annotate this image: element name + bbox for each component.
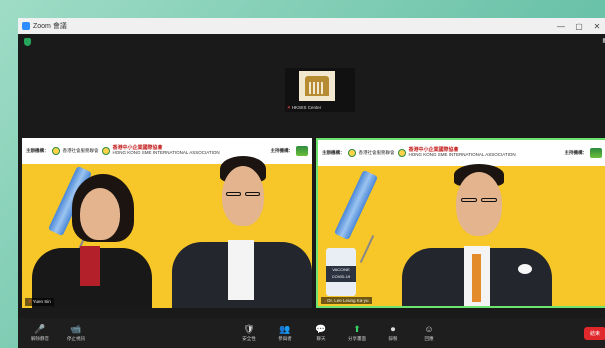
co-organizer-label: 主持機構： [564, 150, 588, 155]
microphone-icon: 🎤 [34, 323, 46, 334]
window-title: Zoom 會議 [33, 23, 67, 30]
chat-button[interactable]: 💬 聊天 [303, 323, 339, 342]
organization-logo [299, 71, 335, 101]
shield-icon[interactable] [24, 38, 31, 46]
zoom-window: Zoom 會議 — ▢ ✕ ▦ ✕HKSIIS Center 主辦機構： 香港社… [18, 18, 605, 348]
unmute-button[interactable]: 🎤 解除靜音 [22, 323, 58, 342]
meeting-toolbar: 🎤 解除靜音 📹 停止視訊 🛡 安全性 👥 參與者 💬 聊天 ⬆ 分享畫面 ⏺ 錄製 ☺ 回應 … [18, 318, 605, 348]
org-logo-icon [51, 147, 60, 155]
maximize-button[interactable]: ▢ [570, 22, 588, 31]
share-screen-icon: ⬆ [353, 323, 361, 334]
active-speaker-video-tile[interactable]: 主辦機構： 香港社會服務聯會 香港中小企業國際協會 HONG KONG SME I… [316, 138, 605, 308]
syringe-graphic [333, 169, 379, 241]
org-logo-icon [347, 149, 356, 157]
organizer-label: 主辦機構： [26, 148, 49, 153]
video-camera-icon: 📹 [70, 323, 82, 334]
org-logo-icon [296, 146, 308, 156]
org2-name: 香港中小企業國際協會 HONG KONG SME INTERNATIONAL AS… [408, 146, 516, 158]
chat-icon: 💬 [315, 323, 327, 334]
meeting-stage: ▦ ✕HKSIIS Center 主辦機構： 香港社會服務聯會 香港中小企業國際… [18, 34, 605, 318]
event-banner: 主辦機構： 香港社會服務聯會 香港中小企業國際協會 HONG KONG SME I… [22, 138, 312, 164]
host-video-tile[interactable]: ✕HKSIIS Center [285, 68, 355, 112]
vial-label: VACCINE COVID-19 [326, 266, 356, 282]
org1-name: 香港社會服務聯會 [62, 147, 99, 153]
mic-muted-icon: ✕ [287, 105, 291, 110]
reactions-button[interactable]: ☺ 回應 [411, 323, 447, 342]
security-button[interactable]: 🛡 安全性 [231, 323, 267, 342]
participants-icon: 👥 [279, 323, 291, 334]
title-bar: Zoom 會議 — ▢ ✕ [18, 18, 605, 34]
participant-video-tile[interactable]: 主辦機構： 香港社會服務聯會 香港中小企業國際協會 HONG KONG SME I… [22, 138, 312, 308]
reaction-icon: ☺ [424, 323, 434, 334]
stop-video-button[interactable]: 📹 停止視訊 [58, 323, 94, 342]
org-logo-icon [397, 149, 406, 157]
org-logo-icon [590, 148, 602, 158]
needle-graphic [359, 234, 375, 264]
participant-name-tag: ♪Dr. Lee Leung Ka-yu [321, 297, 372, 304]
organizer-label: 主辦機構： [322, 150, 345, 155]
mic-icon: ♪ [324, 298, 327, 303]
participant-name: Yuen Sin [32, 299, 51, 304]
shield-icon: 🛡 [243, 323, 255, 334]
org-logo-icon [101, 147, 110, 155]
end-meeting-button[interactable]: 結束 [584, 326, 605, 340]
event-banner: 主辦機構： 香港社會服務聯會 香港中小企業國際協會 HONG KONG SME I… [318, 140, 605, 166]
record-button[interactable]: ⏺ 錄製 [375, 323, 411, 342]
participant-name: Dr. Lee Leung Ka-yu [327, 298, 369, 303]
co-organizer-label: 主持機構： [270, 148, 294, 153]
org2-name: 香港中小企業國際協會 HONG KONG SME INTERNATIONAL AS… [112, 144, 220, 156]
record-icon: ⏺ [390, 323, 396, 334]
participant-name-tag: ✕Yuen Sin [25, 298, 54, 306]
close-button[interactable]: ✕ [588, 22, 605, 31]
host-name: HKSIIS Center [291, 105, 322, 110]
participants-button[interactable]: 👥 參與者 [267, 323, 303, 342]
host-name-tag: ✕HKSIIS Center [287, 105, 321, 111]
minimize-button[interactable]: — [552, 22, 570, 31]
mic-muted-icon: ✕ [28, 299, 32, 304]
org1-name: 香港社會服務聯會 [358, 149, 395, 155]
share-screen-button[interactable]: ⬆ 分享畫面 [339, 323, 375, 342]
vaccine-vial-graphic: VACCINE COVID-19 [326, 248, 356, 296]
building-icon [305, 76, 329, 96]
zoom-logo-icon [22, 22, 30, 30]
